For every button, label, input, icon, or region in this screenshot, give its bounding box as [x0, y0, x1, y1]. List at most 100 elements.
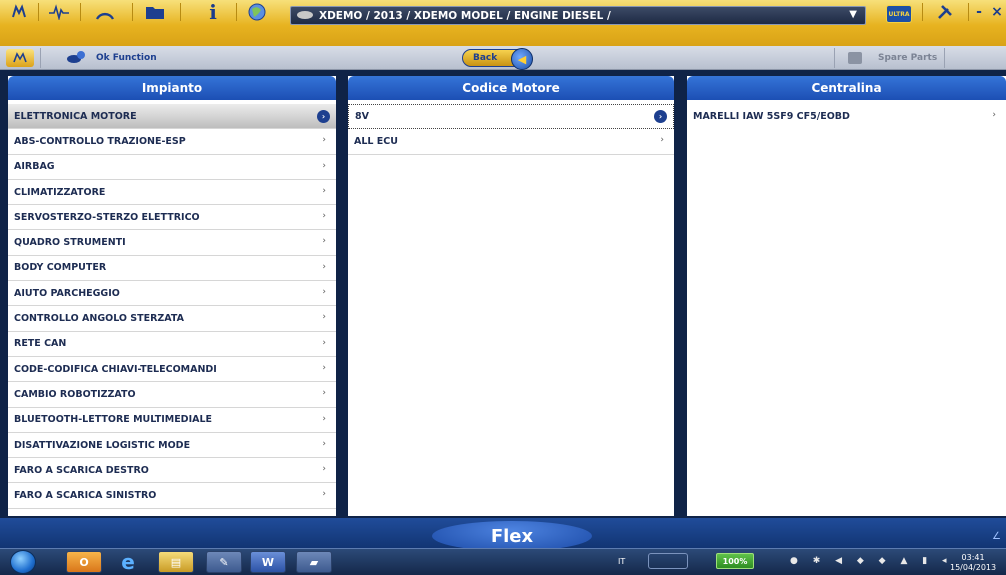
codice-motore-list: 8V › ALL ECU ›: [348, 104, 674, 155]
list-item-label: FARO A SCARICA DESTRO: [14, 464, 149, 476]
spare-parts-label[interactable]: Spare Parts: [878, 53, 937, 63]
list-item[interactable]: ALL ECU ›: [348, 129, 674, 155]
back-button[interactable]: Back ◀: [462, 48, 533, 70]
list-item[interactable]: 8V ›: [348, 104, 674, 130]
centralina-column: Centralina MARELLI IAW 5SF9 CF5/EOBD ›: [687, 76, 1006, 516]
list-item[interactable]: BODY COMPUTER ›: [8, 256, 336, 282]
list-item-label: AIRBAG: [14, 161, 55, 173]
list-item[interactable]: ABS-CONTROLLO TRAZIONE-ESP ›: [8, 129, 336, 155]
list-item[interactable]: CAMBIO ROBOTIZZATO ›: [8, 382, 336, 408]
list-item-label: CODE-CODIFICA CHIAVI-TELECOMANDI: [14, 363, 217, 375]
list-item-label: 8V: [355, 111, 369, 123]
selected-arrow-icon: ›: [654, 110, 667, 123]
list-item-label: ALL ECU: [354, 135, 398, 147]
globe-icon[interactable]: [240, 1, 274, 23]
diagnostic-app-icon[interactable]: ▰: [296, 551, 332, 573]
impianto-header: Impianto: [8, 76, 336, 100]
chevron-right-icon: ›: [322, 337, 326, 348]
close-icon[interactable]: ×: [988, 1, 1006, 23]
list-item-label: ABS-CONTROLLO TRAZIONE-ESP: [14, 135, 186, 147]
chevron-right-icon: ›: [322, 287, 326, 298]
chevron-right-icon: ›: [322, 362, 326, 373]
gauge-icon[interactable]: [88, 1, 122, 23]
chevron-right-icon: ›: [322, 185, 326, 196]
top-toolbar: i XDEMO / 2013 / XDEMO MODEL / ENGINE DI…: [0, 0, 1006, 46]
spare-parts-icon[interactable]: [848, 52, 862, 64]
chevron-down-icon: ▼: [849, 9, 857, 20]
folder-icon[interactable]: [138, 1, 172, 23]
chevron-right-icon: ›: [322, 413, 326, 424]
list-item[interactable]: ELETTRONICA MOTORE ›: [8, 104, 336, 130]
impianto-column: Impianto ELETTRONICA MOTORE › ABS-CONTROLL…: [8, 76, 336, 516]
list-item-label: ELETTRONICA MOTORE: [14, 110, 137, 122]
start-button[interactable]: [10, 550, 36, 574]
list-item-label: RETE CAN: [14, 338, 67, 350]
list-item-label: SERVOSTERZO-STERZO ELETTRICO: [14, 211, 200, 223]
chevron-right-icon: ›: [322, 464, 326, 475]
ie-icon[interactable]: e: [110, 550, 146, 574]
outlook-icon[interactable]: O: [66, 551, 102, 573]
ok-function-label[interactable]: Ok Function: [96, 53, 157, 63]
list-item[interactable]: FARO A SCARICA DESTRO ›: [8, 458, 336, 484]
waveform-icon[interactable]: [42, 1, 76, 23]
codice-motore-header: Codice Motore: [348, 76, 674, 100]
codice-motore-column: Codice Motore 8V › ALL ECU ›: [348, 76, 674, 516]
chevron-right-icon: ›: [322, 438, 326, 449]
toolbar-row: i XDEMO / 2013 / XDEMO MODEL / ENGINE DI…: [0, 0, 1006, 25]
language-indicator[interactable]: IT: [618, 557, 625, 566]
arrow-left-icon: ◀: [511, 48, 533, 70]
minimize-icon[interactable]: -: [970, 1, 988, 23]
list-item[interactable]: CONTROLLO ANGOLO STERZATA ›: [8, 306, 336, 332]
car-settings-icon[interactable]: [6, 49, 34, 67]
signal-icon[interactable]: [648, 553, 688, 569]
chevron-right-icon: ›: [322, 312, 326, 323]
car-icon[interactable]: [2, 1, 36, 23]
list-item-label: CAMBIO ROBOTIZZATO: [14, 388, 136, 400]
car-silhouette-icon: [297, 11, 313, 19]
ok-function-icon[interactable]: [66, 50, 86, 66]
list-item[interactable]: CODE-CODIFICA CHIAVI-TELECOMANDI ›: [8, 357, 336, 383]
clock-date: 15/04/2013: [950, 563, 997, 572]
brand-logo: ULTRA: [886, 5, 912, 23]
list-item-label: FARO A SCARICA SINISTRO: [14, 490, 157, 502]
list-item-label: DISATTIVAZIONE LOGISTIC MODE: [14, 439, 191, 451]
word-icon[interactable]: W: [250, 551, 286, 573]
back-label: Back: [473, 53, 498, 63]
list-item-label: QUADRO STRUMENTI: [14, 237, 126, 249]
flex-tab[interactable]: Flex: [432, 521, 592, 551]
list-item[interactable]: SERVOSTERZO-STERZO ELETTRICO ›: [8, 205, 336, 231]
list-item[interactable]: CLIMATIZZATORE ›: [8, 180, 336, 206]
chevron-right-icon: ›: [322, 261, 326, 272]
battery-indicator[interactable]: 100%: [716, 553, 754, 569]
tools-icon[interactable]: [928, 1, 962, 23]
system-tray-icons[interactable]: ● ✱ ◀ ◆ ◆ ▲ ▮ ◂: [790, 556, 953, 566]
list-item-label: AIUTO PARCHEGGIO: [14, 287, 120, 299]
list-item[interactable]: DISATTIVAZIONE LOGISTIC MODE ›: [8, 433, 336, 459]
vehicle-path-dropdown[interactable]: XDEMO / 2013 / XDEMO MODEL / ENGINE DIES…: [290, 6, 866, 25]
list-item[interactable]: QUADRO STRUMENTI ›: [8, 230, 336, 256]
explorer-icon[interactable]: ▤: [158, 551, 194, 573]
centralina-list: MARELLI IAW 5SF9 CF5/EOBD ›: [687, 104, 1006, 129]
info-icon[interactable]: i: [196, 0, 230, 24]
list-item[interactable]: FARO A SCARICA SINISTRO ›: [8, 483, 336, 509]
impianto-list: ELETTRONICA MOTORE › ABS-CONTROLLO TRAZION…: [8, 104, 336, 509]
list-item[interactable]: AIUTO PARCHEGGIO ›: [8, 281, 336, 307]
list-item[interactable]: BLUETOOTH-LETTORE MULTIMEDIALE ›: [8, 408, 336, 433]
list-item-label: CLIMATIZZATORE: [14, 186, 106, 198]
paint-icon[interactable]: ✎: [206, 551, 242, 573]
chevron-right-icon: ›: [322, 236, 326, 247]
list-item-label: BLUETOOTH-LETTORE MULTIMEDIALE: [14, 414, 212, 426]
centralina-header: Centralina: [687, 76, 1006, 100]
list-item[interactable]: MARELLI IAW 5SF9 CF5/EOBD ›: [687, 104, 1006, 129]
list-item[interactable]: RETE CAN ›: [8, 332, 336, 357]
list-item[interactable]: AIRBAG ›: [8, 155, 336, 180]
chevron-right-icon: ›: [322, 388, 326, 399]
chevron-right-icon: ›: [992, 110, 996, 120]
chevron-right-icon: ›: [322, 135, 326, 146]
clock[interactable]: 03:41 15/04/2013: [950, 553, 996, 573]
chevron-right-icon: ›: [660, 135, 664, 146]
list-item-label: BODY COMPUTER: [14, 262, 107, 274]
list-item-label: MARELLI IAW 5SF9 CF5/EOBD: [693, 111, 850, 123]
clock-time: 03:41: [961, 553, 985, 562]
chevron-right-icon: ›: [322, 489, 326, 500]
